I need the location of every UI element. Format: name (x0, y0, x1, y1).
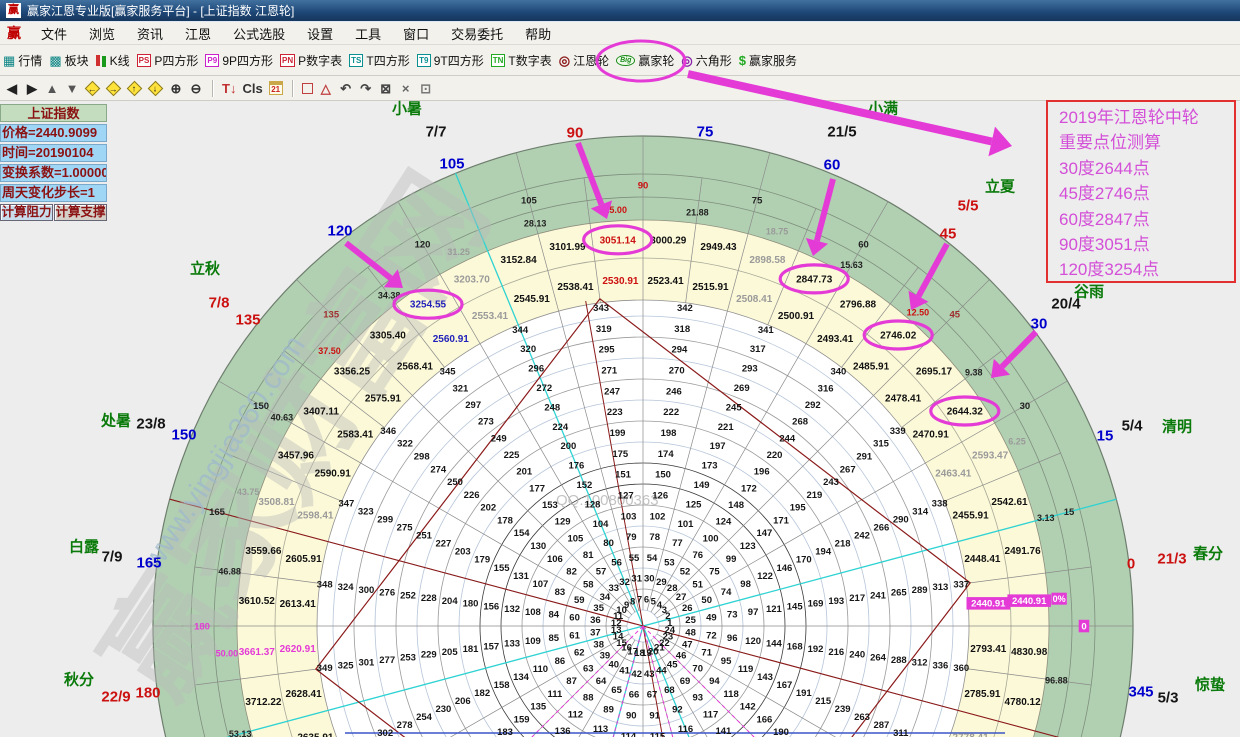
tool-kline[interactable]: K线 (96, 52, 130, 69)
tool-gann-wheel[interactable]: ◎江恩轮 (559, 52, 609, 69)
info-row-2: 变换系数=1.00000 (0, 164, 107, 182)
info-row-3: 周天变化步长=1 (0, 184, 107, 202)
calc-support-button[interactable]: 计算支撑 (54, 204, 107, 221)
flip-up-icon[interactable]: ▲ (45, 82, 59, 95)
tool-label-p-table: P数字表 (298, 52, 342, 69)
calendar-icon[interactable]: 21 (269, 81, 283, 95)
info-row-1: 时间=20190104 (0, 144, 107, 162)
draw-triangle-icon[interactable]: △ (319, 82, 333, 95)
board-icon[interactable]: ⊡ (419, 82, 433, 95)
tool-service[interactable]: $赢家服务 (739, 52, 797, 69)
info-panel: 上证指数 价格=2440.9099 时间=20190104 变换系数=1.00000… (0, 104, 107, 221)
tool-9p-square[interactable]: P99P四方形 (205, 52, 273, 69)
zoom-in-icon[interactable]: ⊕ (169, 82, 183, 95)
menu-item-help[interactable]: 帮助 (514, 24, 562, 43)
tool-label-kline: K线 (110, 52, 130, 69)
toolbar-separator (212, 80, 213, 97)
badge-icon: TN (491, 54, 506, 67)
cls-icon[interactable]: Cls (242, 82, 262, 95)
menu-item-window[interactable]: 窗口 (392, 24, 440, 43)
menubar-logo: 赢 (7, 23, 21, 43)
dollar-icon: $ (739, 54, 746, 67)
menu-item-settings[interactable]: 设置 (296, 24, 344, 43)
badge-icon: PN (280, 54, 295, 67)
tool-winner-wheel[interactable]: Big赢家轮 (616, 52, 674, 69)
tool-p-table[interactable]: PNP数字表 (280, 52, 342, 69)
tool-label-gann-wheel: 江恩轮 (573, 52, 609, 69)
tool-label-t-square: T四方形 (366, 52, 409, 69)
blocks-icon: ▩ (49, 54, 61, 67)
calc-resistance-button[interactable]: 计算阻力 (0, 204, 53, 221)
page-first-icon[interactable]: ◀ (5, 82, 19, 95)
menubar: 赢 文件浏览资讯江恩公式选股设置工具窗口交易委托帮助 (0, 22, 1240, 45)
toolbar-separator (292, 80, 293, 97)
tool-p-square[interactable]: PSP四方形 (137, 52, 199, 69)
flip-down-icon[interactable]: ▼ (65, 82, 79, 95)
move-down-icon[interactable]: ↓ (148, 80, 164, 96)
kline-icon (96, 55, 100, 66)
tool-label-service: 赢家服务 (749, 52, 797, 69)
tool-label-quotes: 行情 (18, 52, 42, 69)
nav-toolbar: ◀ ▶ ▲ ▼ ← → ↑ ↓ ⊕ ⊖ T↓ Cls 21 △ ↶ ↷ ⊠ × ⊡ (0, 76, 1240, 101)
instrument-title: 上证指数 (0, 104, 107, 122)
menu-item-gann[interactable]: 江恩 (174, 24, 222, 43)
rotate-ccw-icon[interactable]: ↶ (339, 82, 353, 95)
tool-label-hexagon: 六角形 (696, 52, 732, 69)
menubar-items: 文件浏览资讯江恩公式选股设置工具窗口交易委托帮助 (30, 24, 562, 43)
move-right-icon[interactable]: → (106, 80, 122, 96)
menu-item-browse[interactable]: 浏览 (78, 24, 126, 43)
zoom-out-icon[interactable]: ⊖ (189, 82, 203, 95)
badge-icon: P9 (205, 54, 219, 67)
menu-item-file[interactable]: 文件 (30, 24, 78, 43)
t-down-icon[interactable]: T↓ (222, 82, 236, 95)
note-line-0: 2019年江恩轮中轮 (1059, 105, 1234, 130)
note-line-6: 120度3254点 (1059, 257, 1234, 282)
tool-label-sectors: 板块 (65, 52, 89, 69)
window-title: 赢家江恩专业版[赢家服务平台] - [上证指数 江恩轮] (27, 2, 294, 19)
app-icon: 赢 (6, 3, 21, 18)
badge-icon: T9 (417, 54, 431, 67)
tool-label-9p-square: 9P四方形 (222, 52, 273, 69)
tool-9t-square[interactable]: T99T四方形 (417, 52, 484, 69)
annotation-note-box: 2019年江恩轮中轮重要点位测算30度2644点45度2746点60度2847点… (1046, 100, 1236, 283)
draw-square-icon[interactable] (302, 83, 313, 94)
info-panel-rows: 价格=2440.9099 时间=20190104 变换系数=1.00000 周天变化步… (0, 124, 107, 202)
rotate-cw-icon[interactable]: ↷ (359, 82, 373, 95)
note-line-3: 45度2746点 (1059, 181, 1234, 206)
target-icon: ◎ (559, 54, 570, 67)
page-last-icon[interactable]: ▶ (25, 82, 39, 95)
tool-quotes[interactable]: ▦行情 (3, 52, 42, 69)
badge-icon: PS (137, 54, 152, 67)
menu-item-trade[interactable]: 交易委托 (440, 24, 514, 43)
info-row-0: 价格=2440.9099 (0, 124, 107, 142)
badge-icon: TS (349, 54, 363, 67)
tool-label-p-square: P四方形 (154, 52, 198, 69)
tool-label-t-table: T数字表 (508, 52, 551, 69)
tool-label-winner-wheel: 赢家轮 (638, 52, 674, 69)
main-toolbar: ▦行情 ▩ 板块 K线 PSP四方形 P99P四方形 PNP数字表 TST四方形 T99T四方形… (0, 45, 1240, 76)
menu-item-news[interactable]: 资讯 (126, 24, 174, 43)
delete-box-icon[interactable]: ⊠ (379, 82, 393, 95)
target-icon: ◎ (681, 54, 692, 67)
move-left-icon[interactable]: ← (85, 80, 101, 96)
menu-item-tools[interactable]: 工具 (344, 24, 392, 43)
grid-icon: ▦ (3, 54, 15, 67)
tool-label-9t-square: 9T四方形 (434, 52, 484, 69)
note-line-1: 重要点位测算 (1059, 130, 1234, 155)
tool-sectors[interactable]: ▩ 板块 (49, 52, 88, 69)
titlebar: 赢 赢家江恩专业版[赢家服务平台] - [上证指数 江恩轮] (0, 0, 1240, 22)
tool-hexagon[interactable]: ◎ 六角形 (681, 52, 731, 69)
tool-t-square[interactable]: TST四方形 (349, 52, 410, 69)
big-oval-icon: Big (616, 55, 635, 66)
tool-t-table[interactable]: TNT数字表 (491, 52, 552, 69)
note-line-5: 90度3051点 (1059, 232, 1234, 257)
menu-item-formula-picker[interactable]: 公式选股 (222, 24, 296, 43)
move-up-icon[interactable]: ↑ (127, 80, 143, 96)
note-line-4: 60度2847点 (1059, 207, 1234, 232)
cross-tool-icon[interactable]: × (399, 82, 413, 95)
note-line-2: 30度2644点 (1059, 156, 1234, 181)
